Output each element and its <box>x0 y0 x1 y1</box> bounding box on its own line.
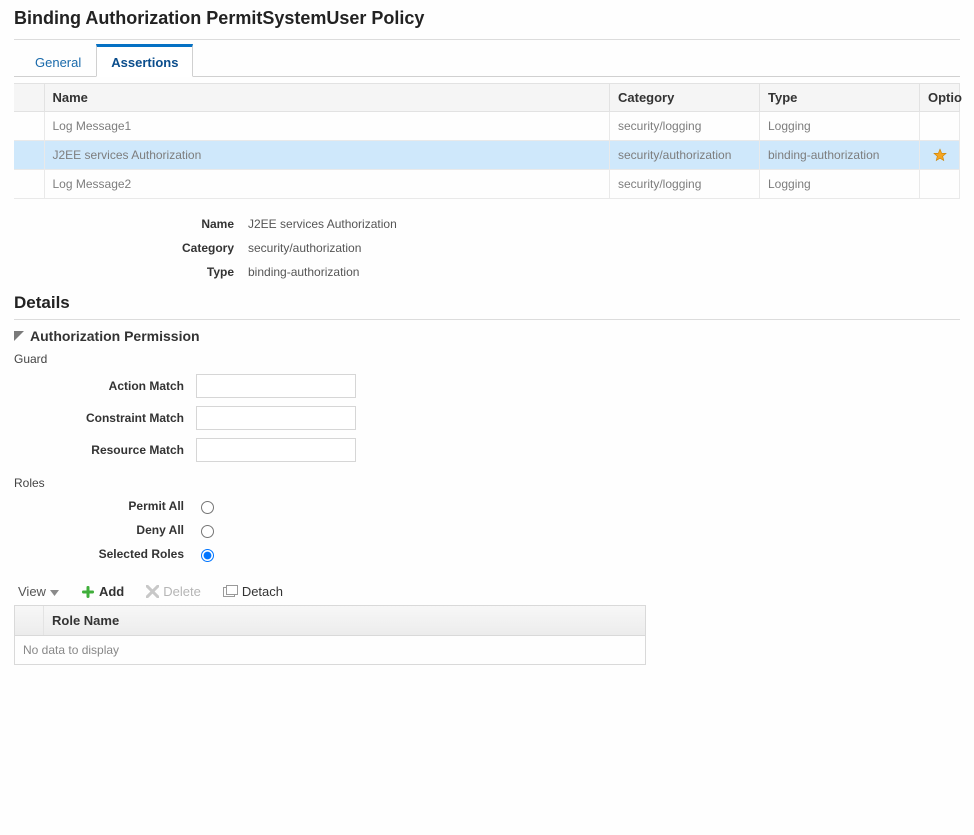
summary-type-label: Type <box>14 265 248 279</box>
detach-button[interactable]: Detach <box>223 584 283 599</box>
cell-name: Log Message2 <box>44 170 610 199</box>
divider <box>14 39 960 40</box>
view-menu-button[interactable]: View <box>18 584 59 599</box>
role-table-empty-text: No data to display <box>15 636 645 664</box>
detach-icon <box>223 585 238 598</box>
cell-options <box>920 170 960 199</box>
summary-name-label: Name <box>14 217 248 231</box>
tab-general[interactable]: General <box>20 46 96 76</box>
role-name-column[interactable]: Role Name <box>44 606 127 635</box>
star-icon[interactable] <box>928 148 951 162</box>
table-row[interactable]: J2EE services Authorizationsecurity/auth… <box>14 141 960 170</box>
assertions-table: Name Category Type Optio Log Message1sec… <box>14 83 960 199</box>
authorization-permission-header[interactable]: Authorization Permission <box>14 328 960 344</box>
role-table: Role Name No data to display <box>14 605 646 665</box>
cell-category: security/logging <box>610 170 760 199</box>
tab-bar: General Assertions <box>14 44 960 77</box>
divider <box>14 319 960 320</box>
cell-options <box>920 112 960 141</box>
add-button[interactable]: Add <box>81 584 124 599</box>
roles-heading: Roles <box>14 476 960 490</box>
cell-type: Logging <box>760 112 920 141</box>
page-title: Binding Authorization PermitSystemUser P… <box>14 8 960 29</box>
cell-name: Log Message1 <box>44 112 610 141</box>
dropdown-triangle-icon <box>50 584 59 599</box>
row-expand-cell <box>14 170 44 199</box>
role-header-spacer <box>15 606 44 635</box>
summary-category-value: security/authorization <box>248 241 361 255</box>
column-blank <box>14 84 44 112</box>
table-row[interactable]: Log Message2security/loggingLogging <box>14 170 960 199</box>
column-type[interactable]: Type <box>760 84 920 112</box>
tab-assertions[interactable]: Assertions <box>96 44 193 77</box>
delete-label: Delete <box>163 584 201 599</box>
authorization-permission-label: Authorization Permission <box>30 328 200 344</box>
detach-label: Detach <box>242 584 283 599</box>
roles-toolbar: View Add Delete <box>14 578 960 605</box>
deny-all-radio[interactable] <box>201 525 214 538</box>
cell-type: Logging <box>760 170 920 199</box>
summary-name-value: J2EE services Authorization <box>248 217 397 231</box>
assertions-header-row: Name Category Type Optio <box>14 84 960 112</box>
action-match-input[interactable] <box>196 374 356 398</box>
table-row[interactable]: Log Message1security/loggingLogging <box>14 112 960 141</box>
cell-category: security/authorization <box>610 141 760 170</box>
resource-match-input[interactable] <box>196 438 356 462</box>
selected-assertion-summary: Name J2EE services Authorization Categor… <box>14 217 960 279</box>
permit-all-label: Permit All <box>14 499 196 513</box>
plus-icon <box>81 585 95 599</box>
row-expand-cell <box>14 112 44 141</box>
selected-roles-radio[interactable] <box>201 549 214 562</box>
summary-category-label: Category <box>14 241 248 255</box>
resource-match-label: Resource Match <box>14 443 196 457</box>
x-icon <box>146 585 159 598</box>
add-label: Add <box>99 584 124 599</box>
selected-roles-label: Selected Roles <box>14 547 196 561</box>
deny-all-label: Deny All <box>14 523 196 537</box>
collapse-triangle-icon <box>14 331 24 341</box>
view-menu-label: View <box>18 584 46 599</box>
column-category[interactable]: Category <box>610 84 760 112</box>
guard-heading: Guard <box>14 352 960 366</box>
cell-category: security/logging <box>610 112 760 141</box>
column-name[interactable]: Name <box>44 84 610 112</box>
cell-type: binding-authorization <box>760 141 920 170</box>
permit-all-radio[interactable] <box>201 501 214 514</box>
delete-button[interactable]: Delete <box>146 584 201 599</box>
cell-options <box>920 141 960 170</box>
details-heading: Details <box>14 293 960 313</box>
summary-type-value: binding-authorization <box>248 265 359 279</box>
column-options[interactable]: Optio <box>920 84 960 112</box>
constraint-match-label: Constraint Match <box>14 411 196 425</box>
cell-name: J2EE services Authorization <box>44 141 610 170</box>
constraint-match-input[interactable] <box>196 406 356 430</box>
action-match-label: Action Match <box>14 379 196 393</box>
row-expand-cell <box>14 141 44 170</box>
